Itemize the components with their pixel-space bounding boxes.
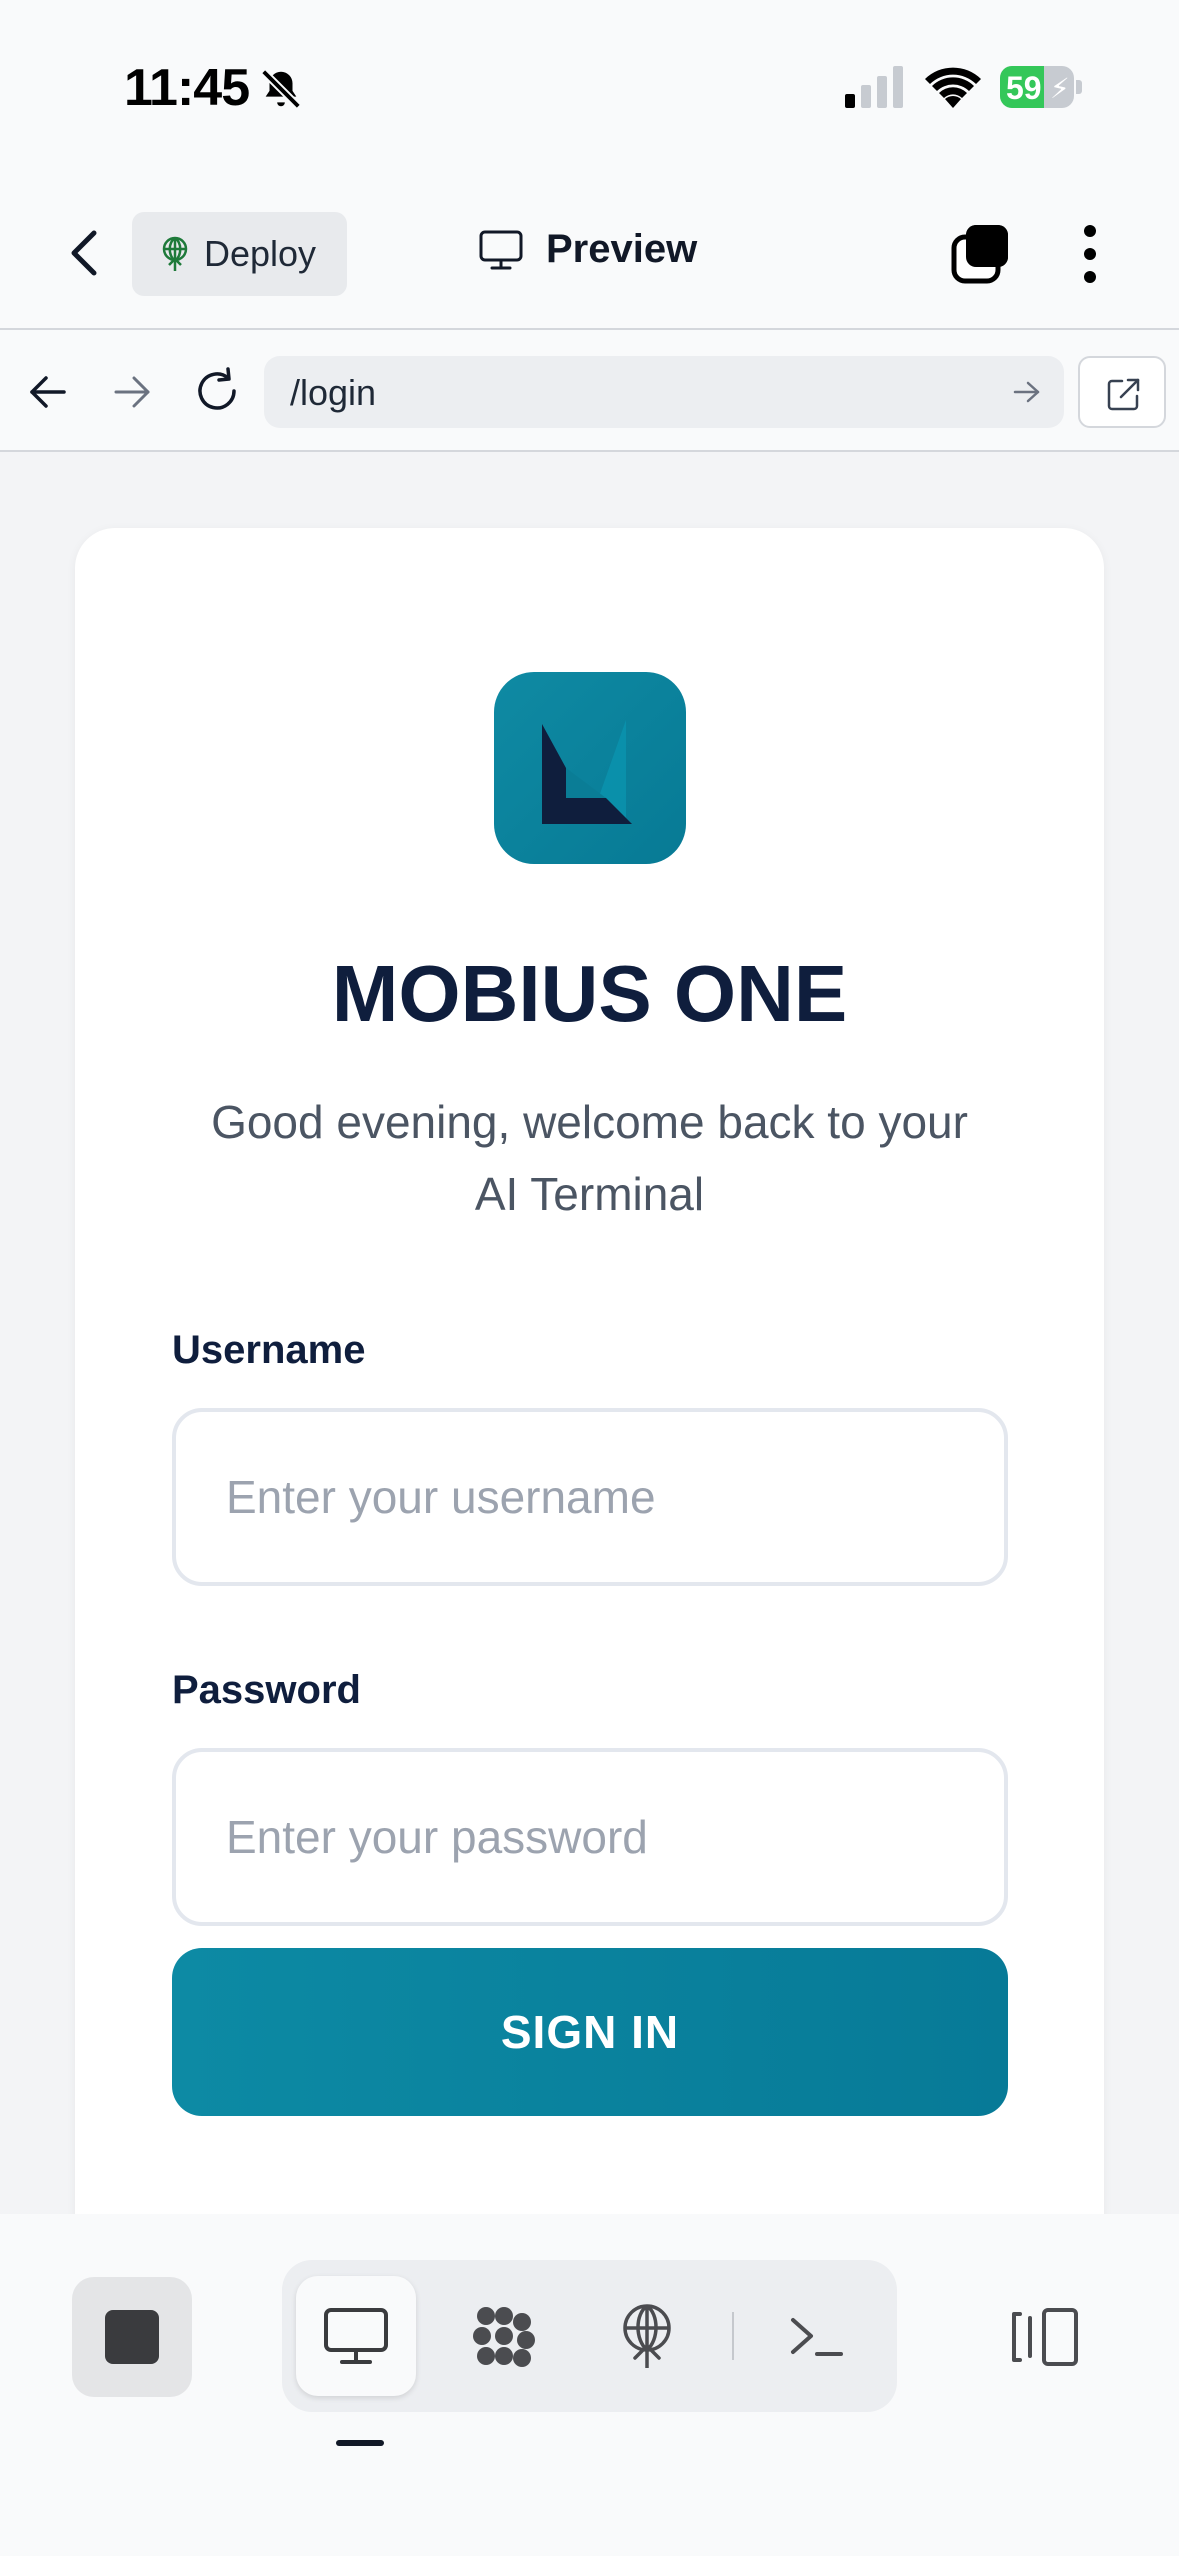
app-header: Deploy Preview — [0, 175, 1179, 330]
bottom-toolbar — [0, 2214, 1179, 2556]
arrow-right-icon[interactable] — [110, 370, 154, 414]
active-tab-indicator — [336, 2440, 384, 2446]
username-input[interactable] — [172, 1408, 1008, 1586]
cellular-signal-icon — [845, 66, 903, 108]
integrations-icon — [473, 2307, 535, 2367]
stop-icon — [105, 2310, 159, 2364]
brand-title: MOBIUS ONE — [331, 949, 848, 1038]
status-time: 11:45 — [124, 59, 250, 117]
username-label: Username — [172, 1328, 366, 1372]
preview-title: Preview — [478, 227, 697, 272]
login-card: MOBIUS ONE Good evening, welcome back to… — [75, 528, 1104, 2214]
monitor-icon — [479, 230, 523, 269]
password-label: Password — [172, 1668, 361, 1712]
preview-content: MOBIUS ONE Good evening, welcome back to… — [0, 452, 1179, 2214]
deploy-icon — [162, 236, 188, 271]
mobius-logo — [494, 672, 686, 864]
open-external-button[interactable] — [1078, 356, 1166, 428]
welcome-subtitle: Good evening, welcome back to your AI Te… — [211, 1096, 968, 1220]
battery-charging-icon: 59 ⚡ — [1000, 66, 1082, 108]
battery-level: 59 — [1006, 70, 1042, 106]
external-link-icon — [1107, 378, 1140, 411]
page-title: Preview — [546, 227, 698, 271]
stop-button[interactable] — [72, 2277, 192, 2397]
tab-preview[interactable] — [296, 2276, 416, 2396]
sign-in-button[interactable]: SIGN IN — [172, 1948, 1008, 2116]
password-input[interactable] — [172, 1748, 1008, 1926]
back-chevron-icon[interactable] — [60, 225, 110, 281]
url-text: /login — [290, 372, 377, 413]
deploy-label: Deploy — [204, 233, 317, 274]
view-switcher — [282, 2260, 897, 2412]
tab-deploy[interactable] — [587, 2276, 707, 2396]
browser-bar: /login — [0, 332, 1179, 452]
terminal-icon — [791, 2318, 843, 2356]
status-bar: 11:45 59 ⚡ — [0, 0, 1179, 175]
panel-toggle-icon[interactable] — [1010, 2306, 1080, 2368]
segment-divider — [732, 2312, 734, 2360]
deploy-button[interactable]: Deploy — [132, 212, 347, 296]
reload-icon[interactable] — [192, 366, 242, 416]
tab-terminal[interactable] — [757, 2276, 877, 2396]
more-vertical-icon[interactable] — [1080, 223, 1100, 285]
url-input[interactable]: /login — [264, 356, 1064, 428]
go-arrow-icon[interactable] — [1012, 378, 1042, 406]
wifi-icon — [925, 67, 981, 108]
deploy-icon — [623, 2304, 671, 2368]
arrow-left-icon[interactable] — [26, 370, 70, 414]
tab-integrations[interactable] — [444, 2276, 564, 2396]
monitor-icon — [324, 2308, 388, 2364]
bell-slash-icon — [261, 69, 301, 109]
tabs-icon[interactable] — [950, 223, 1012, 285]
